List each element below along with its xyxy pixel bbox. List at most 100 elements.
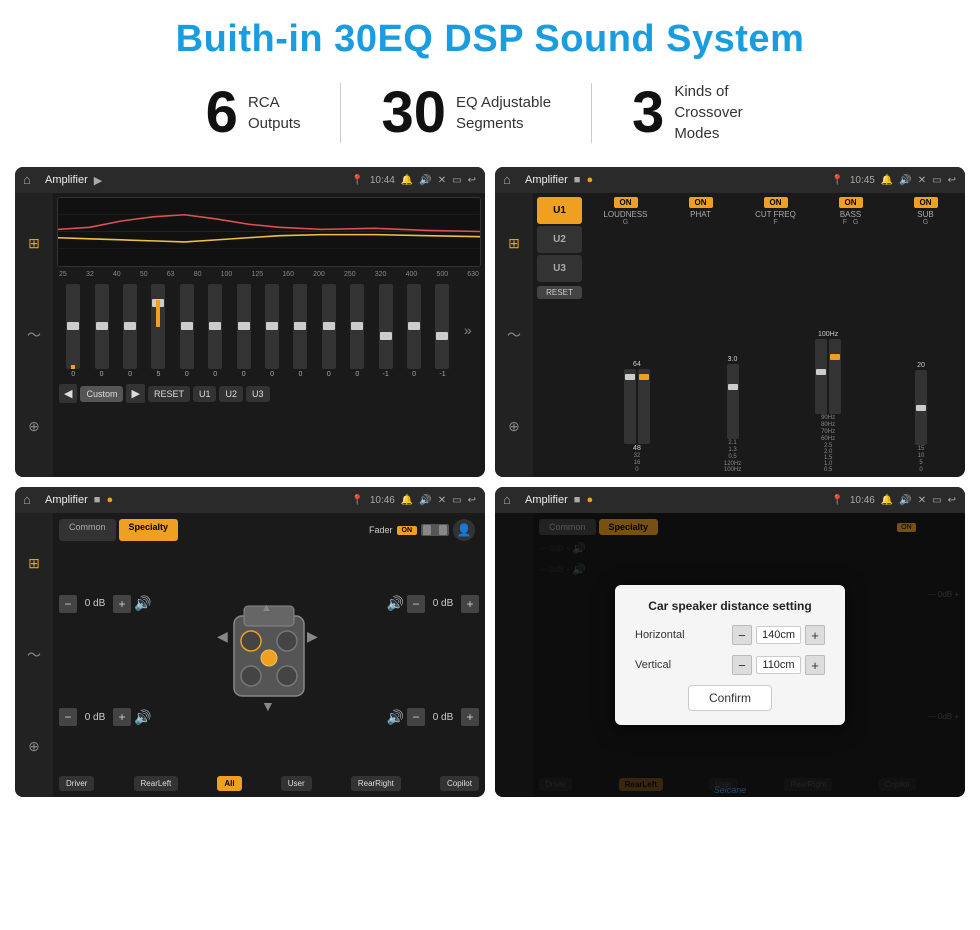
sub-on-badge[interactable]: ON (914, 197, 938, 208)
loudness-on-badge[interactable]: ON (614, 197, 638, 208)
speaker-tl-plus[interactable]: + (113, 595, 131, 613)
amp-home-icon[interactable]: ⌂ (503, 172, 519, 188)
amp-close-icon[interactable]: ✕ (918, 175, 926, 186)
amp-back-icon[interactable]: ↩ (948, 175, 956, 186)
speaker-bl-plus[interactable]: + (113, 708, 131, 726)
speaker-user-icon[interactable]: 👤 (453, 519, 475, 541)
eq-u2-btn[interactable]: U2 (219, 386, 243, 402)
speaker-br-plus[interactable]: + (461, 708, 479, 726)
bass-label: BASS (840, 210, 861, 219)
phat-on-badge[interactable]: ON (689, 197, 713, 208)
eq-slider-11[interactable]: 0 (350, 284, 364, 378)
speaker-tr-minus[interactable]: − (407, 595, 425, 613)
eq-sidebar-eq-icon[interactable]: ⊞ (28, 235, 40, 252)
speaker-volume-icon[interactable]: 🔊 (419, 495, 431, 506)
speaker-br-control: 🔊 − 0 dB + (387, 708, 479, 726)
bass-control: ON BASS F G (821, 197, 881, 226)
speaker-location-icon: 📍 (351, 495, 363, 506)
speaker-back-icon[interactable]: ↩ (468, 495, 476, 506)
amp-wave-icon[interactable]: 〜 (507, 325, 521, 345)
amp-reset-btn[interactable]: RESET (537, 286, 582, 299)
eq-slider-6[interactable]: 0 (208, 284, 222, 378)
bass-on-badge[interactable]: ON (839, 197, 863, 208)
dialog-home-icon[interactable]: ⌂ (503, 492, 519, 508)
eq-next-btn[interactable]: ▶ (126, 384, 144, 403)
cutfreq-on-badge[interactable]: ON (764, 197, 788, 208)
eq-u1-btn[interactable]: U1 (193, 386, 217, 402)
dialog-volume-icon[interactable]: 🔊 (899, 495, 911, 506)
speaker-tl-minus[interactable]: − (59, 595, 77, 613)
speaker-screen: ⌂ Amplifier ■ ● 📍 10:46 🔔 🔊 ✕ ▭ ↩ ⊞ 〜 ⊕ (15, 487, 485, 797)
tab-common[interactable]: Common (59, 519, 116, 541)
amp-eq-icon[interactable]: ⊞ (508, 235, 520, 252)
speaker-wave-icon[interactable]: 〜 (27, 645, 41, 665)
btn-copilot[interactable]: Copilot (440, 776, 479, 791)
speaker-br-minus[interactable]: − (407, 708, 425, 726)
btn-rearright[interactable]: RearRight (351, 776, 401, 791)
eq-custom-btn[interactable]: Custom (80, 386, 123, 402)
eq-slider-9[interactable]: 0 (293, 284, 307, 378)
btn-user[interactable]: User (281, 776, 312, 791)
dialog-back-icon[interactable]: ↩ (948, 495, 956, 506)
btn-rearleft[interactable]: RearLeft (134, 776, 179, 791)
eq-slider-7[interactable]: 0 (237, 284, 251, 378)
eq-slider-14[interactable]: -1 (435, 284, 449, 378)
amp-u3-btn[interactable]: U3 (537, 255, 582, 282)
eq-slider-12[interactable]: -1 (379, 284, 393, 378)
eq-slider-1[interactable]: 0 (66, 284, 80, 378)
speaker-screen-title: Amplifier (45, 494, 88, 506)
dialog-expand-icon[interactable]: ▭ (932, 495, 941, 506)
eq-slider-10[interactable]: 0 (322, 284, 336, 378)
amp-settings-icon[interactable]: ⊕ (508, 418, 520, 435)
phat-label: PHAT (690, 210, 711, 219)
volume-icon[interactable]: 🔊 (419, 175, 431, 186)
speaker-expand-icon[interactable]: ▭ (452, 495, 461, 506)
eq-slider-8[interactable]: 0 (265, 284, 279, 378)
speaker-tr-plus[interactable]: + (461, 595, 479, 613)
eq-slider-13[interactable]: 0 (407, 284, 421, 378)
dialog-horizontal-minus[interactable]: − (732, 625, 752, 645)
svg-text:▼: ▼ (261, 698, 275, 714)
speaker-bl-minus[interactable]: − (59, 708, 77, 726)
eq-slider-3[interactable]: 0 (123, 284, 137, 378)
eq-sidebar-settings-icon[interactable]: ⊕ (28, 418, 40, 435)
speaker-bl-icon: 🔊 (134, 709, 151, 726)
speaker-home-icon[interactable]: ⌂ (23, 492, 39, 508)
loudness-label: LOUDNESS (603, 210, 647, 219)
eq-u3-btn[interactable]: U3 (246, 386, 270, 402)
eq-sidebar-wave-icon[interactable]: 〜 (27, 325, 41, 345)
dialog-vertical-plus[interactable]: + (805, 655, 825, 675)
eq-reset-btn[interactable]: RESET (148, 386, 190, 402)
tab-specialty[interactable]: Specialty (119, 519, 179, 541)
home-icon[interactable]: ⌂ (23, 172, 39, 188)
expand-icon[interactable]: ▭ (452, 175, 461, 186)
play-icon[interactable]: ▶ (94, 174, 102, 187)
amp-u2-btn[interactable]: U2 (537, 226, 582, 253)
speaker-settings-icon[interactable]: ⊕ (28, 738, 40, 755)
fader-on-badge[interactable]: ON (397, 526, 418, 535)
confirm-button[interactable]: Confirm (688, 685, 772, 711)
dialog-time: 10:46 (850, 495, 875, 506)
dialog-horizontal-plus[interactable]: + (805, 625, 825, 645)
eq-expand-icon[interactable]: » (464, 322, 472, 338)
amp-u1-btn[interactable]: U1 (537, 197, 582, 224)
dialog-close-icon[interactable]: ✕ (918, 495, 926, 506)
speaker-eq-icon[interactable]: ⊞ (28, 555, 40, 572)
eq-slider-5[interactable]: 0 (180, 284, 194, 378)
speaker-tr-val: 0 dB (428, 598, 458, 609)
btn-all[interactable]: All (217, 776, 241, 791)
eq-prev-btn[interactable]: ◀ (59, 384, 77, 403)
btn-driver[interactable]: Driver (59, 776, 94, 791)
amp-expand-icon[interactable]: ▭ (932, 175, 941, 186)
close-icon[interactable]: ✕ (438, 175, 446, 186)
amp-sidebar: ⊞ 〜 ⊕ (495, 193, 533, 477)
back-icon[interactable]: ↩ (468, 175, 476, 186)
dialog-vertical-minus[interactable]: − (732, 655, 752, 675)
dialog-vertical-row: Vertical − 110cm + (635, 655, 825, 675)
eq-slider-2[interactable]: 0 (95, 284, 109, 378)
dialog-box-title: Car speaker distance setting (635, 599, 825, 613)
speaker-close-icon[interactable]: ✕ (438, 495, 446, 506)
amp-volume-icon[interactable]: 🔊 (899, 175, 911, 186)
speaker-tabs: Common Specialty Fader ON 👤 (59, 519, 479, 541)
eq-slider-4[interactable]: 5 (151, 284, 165, 378)
